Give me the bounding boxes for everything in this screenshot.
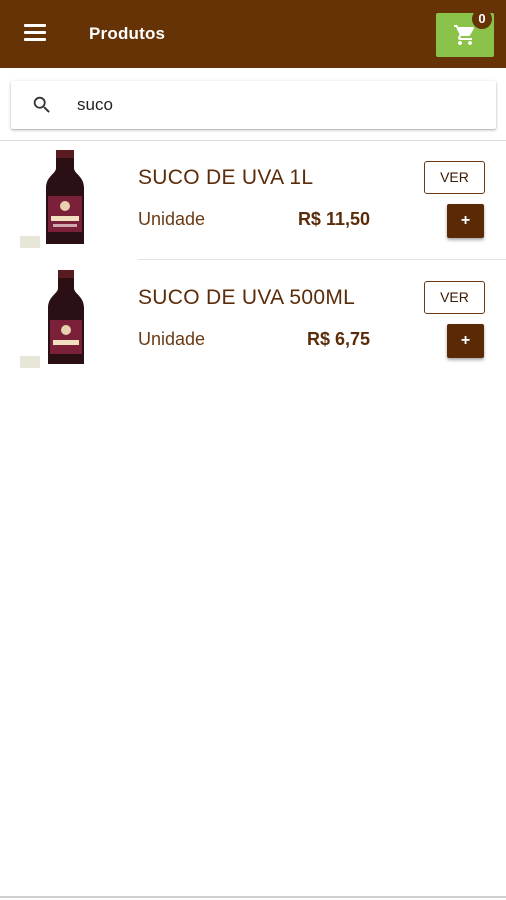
view-product-button[interactable]: VER — [424, 281, 485, 314]
product-name: SUCO DE UVA 1L — [138, 166, 314, 189]
search-divider — [0, 140, 506, 141]
product-price: R$ 6,75 — [306, 329, 370, 349]
cart-button[interactable]: 0 — [436, 9, 494, 57]
product-image[interactable] — [20, 270, 118, 368]
add-to-cart-button[interactable]: + — [447, 204, 484, 238]
cart-count-badge: 0 — [472, 9, 492, 29]
search-icon[interactable] — [31, 94, 53, 116]
product-price: R$ 11,50 — [297, 209, 370, 229]
product-unit: Unidade — [138, 329, 206, 349]
view-product-button[interactable]: VER — [424, 161, 485, 194]
product-image[interactable] — [20, 150, 118, 248]
page-title: Produtos — [89, 24, 166, 43]
item-divider — [138, 259, 506, 260]
product-name: SUCO DE UVA 500ML — [138, 286, 356, 309]
grape-juice-bottle-image — [20, 150, 118, 248]
shopping-cart-icon — [454, 25, 475, 45]
search-bar — [11, 81, 496, 129]
product-list-item[interactable]: SUCO DE UVA 500ML Unidade R$ 6,75 VER + — [0, 268, 506, 388]
add-to-cart-button[interactable]: + — [447, 324, 484, 358]
menu-icon[interactable] — [24, 24, 54, 46]
product-unit: Unidade — [138, 209, 206, 229]
app-bar: Produtos 0 — [0, 0, 506, 68]
search-input[interactable] — [77, 89, 477, 121]
product-list-item[interactable]: SUCO DE UVA 1L Unidade R$ 11,50 VER + — [0, 148, 506, 268]
grape-juice-bottle-image — [20, 270, 118, 368]
bottom-edge — [0, 896, 506, 898]
